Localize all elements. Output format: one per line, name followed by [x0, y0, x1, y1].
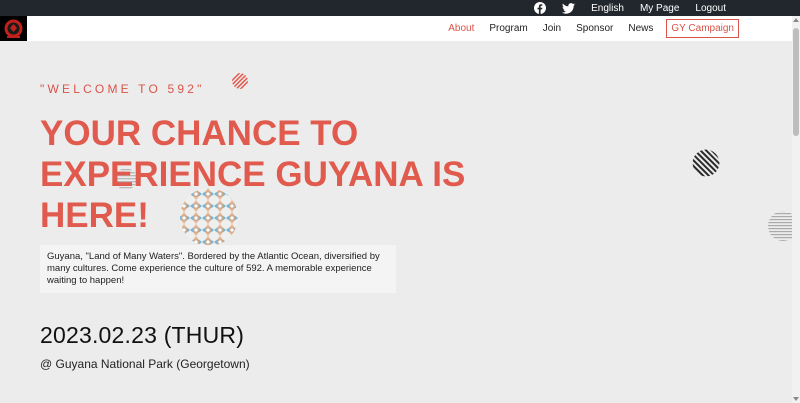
headline-line-1: YOUR CHANCE TO	[40, 114, 359, 153]
language-link[interactable]: English	[591, 3, 624, 14]
headline-line-2: EXPERIENCE GUYANA IS	[40, 155, 466, 194]
nav-item-program[interactable]: Program	[489, 23, 527, 34]
top-utility-bar: English My Page Logout	[0, 0, 800, 16]
my-page-link[interactable]: My Page	[640, 3, 679, 14]
twitter-icon[interactable]	[562, 2, 576, 15]
nav-item-sponsor[interactable]: Sponsor	[576, 23, 613, 34]
scroll-down-arrow-icon[interactable]	[793, 397, 799, 401]
welcome-tagline: "WELCOME TO 592"	[40, 82, 205, 96]
hero-description: Guyana, "Land of Many Waters". Bordered …	[40, 245, 396, 293]
striped-circle-decoration	[232, 73, 248, 89]
scroll-up-arrow-icon[interactable]	[793, 18, 799, 22]
primary-nav: About Program Join Sponsor News GY Campa…	[433, 16, 739, 41]
headline-line-3: HERE!	[40, 196, 149, 235]
nav-item-news[interactable]: News	[628, 23, 653, 34]
main-navbar: About Program Join Sponsor News GY Campa…	[0, 16, 792, 41]
scrollbar-thumb[interactable]	[793, 28, 799, 136]
event-venue: @ Guyana National Park (Georgetown)	[40, 357, 250, 371]
top-utility-links: English My Page Logout	[533, 0, 726, 16]
striped-circle-decoration	[692, 149, 720, 177]
logout-link[interactable]: Logout	[695, 3, 726, 14]
nav-item-about[interactable]: About	[448, 23, 474, 34]
nav-item-gy-campaign[interactable]: GY Campaign	[666, 19, 739, 38]
hero-headline: YOUR CHANCE TO EXPERIENCE GUYANA IS HERE…	[40, 113, 480, 236]
page-scrollbar[interactable]	[792, 16, 800, 403]
facebook-icon[interactable]	[533, 2, 546, 15]
event-date: 2023.02.23 (THUR)	[40, 322, 245, 348]
striped-circle-decoration	[768, 211, 792, 241]
site-logo[interactable]	[0, 16, 27, 41]
nav-item-join[interactable]: Join	[543, 23, 561, 34]
